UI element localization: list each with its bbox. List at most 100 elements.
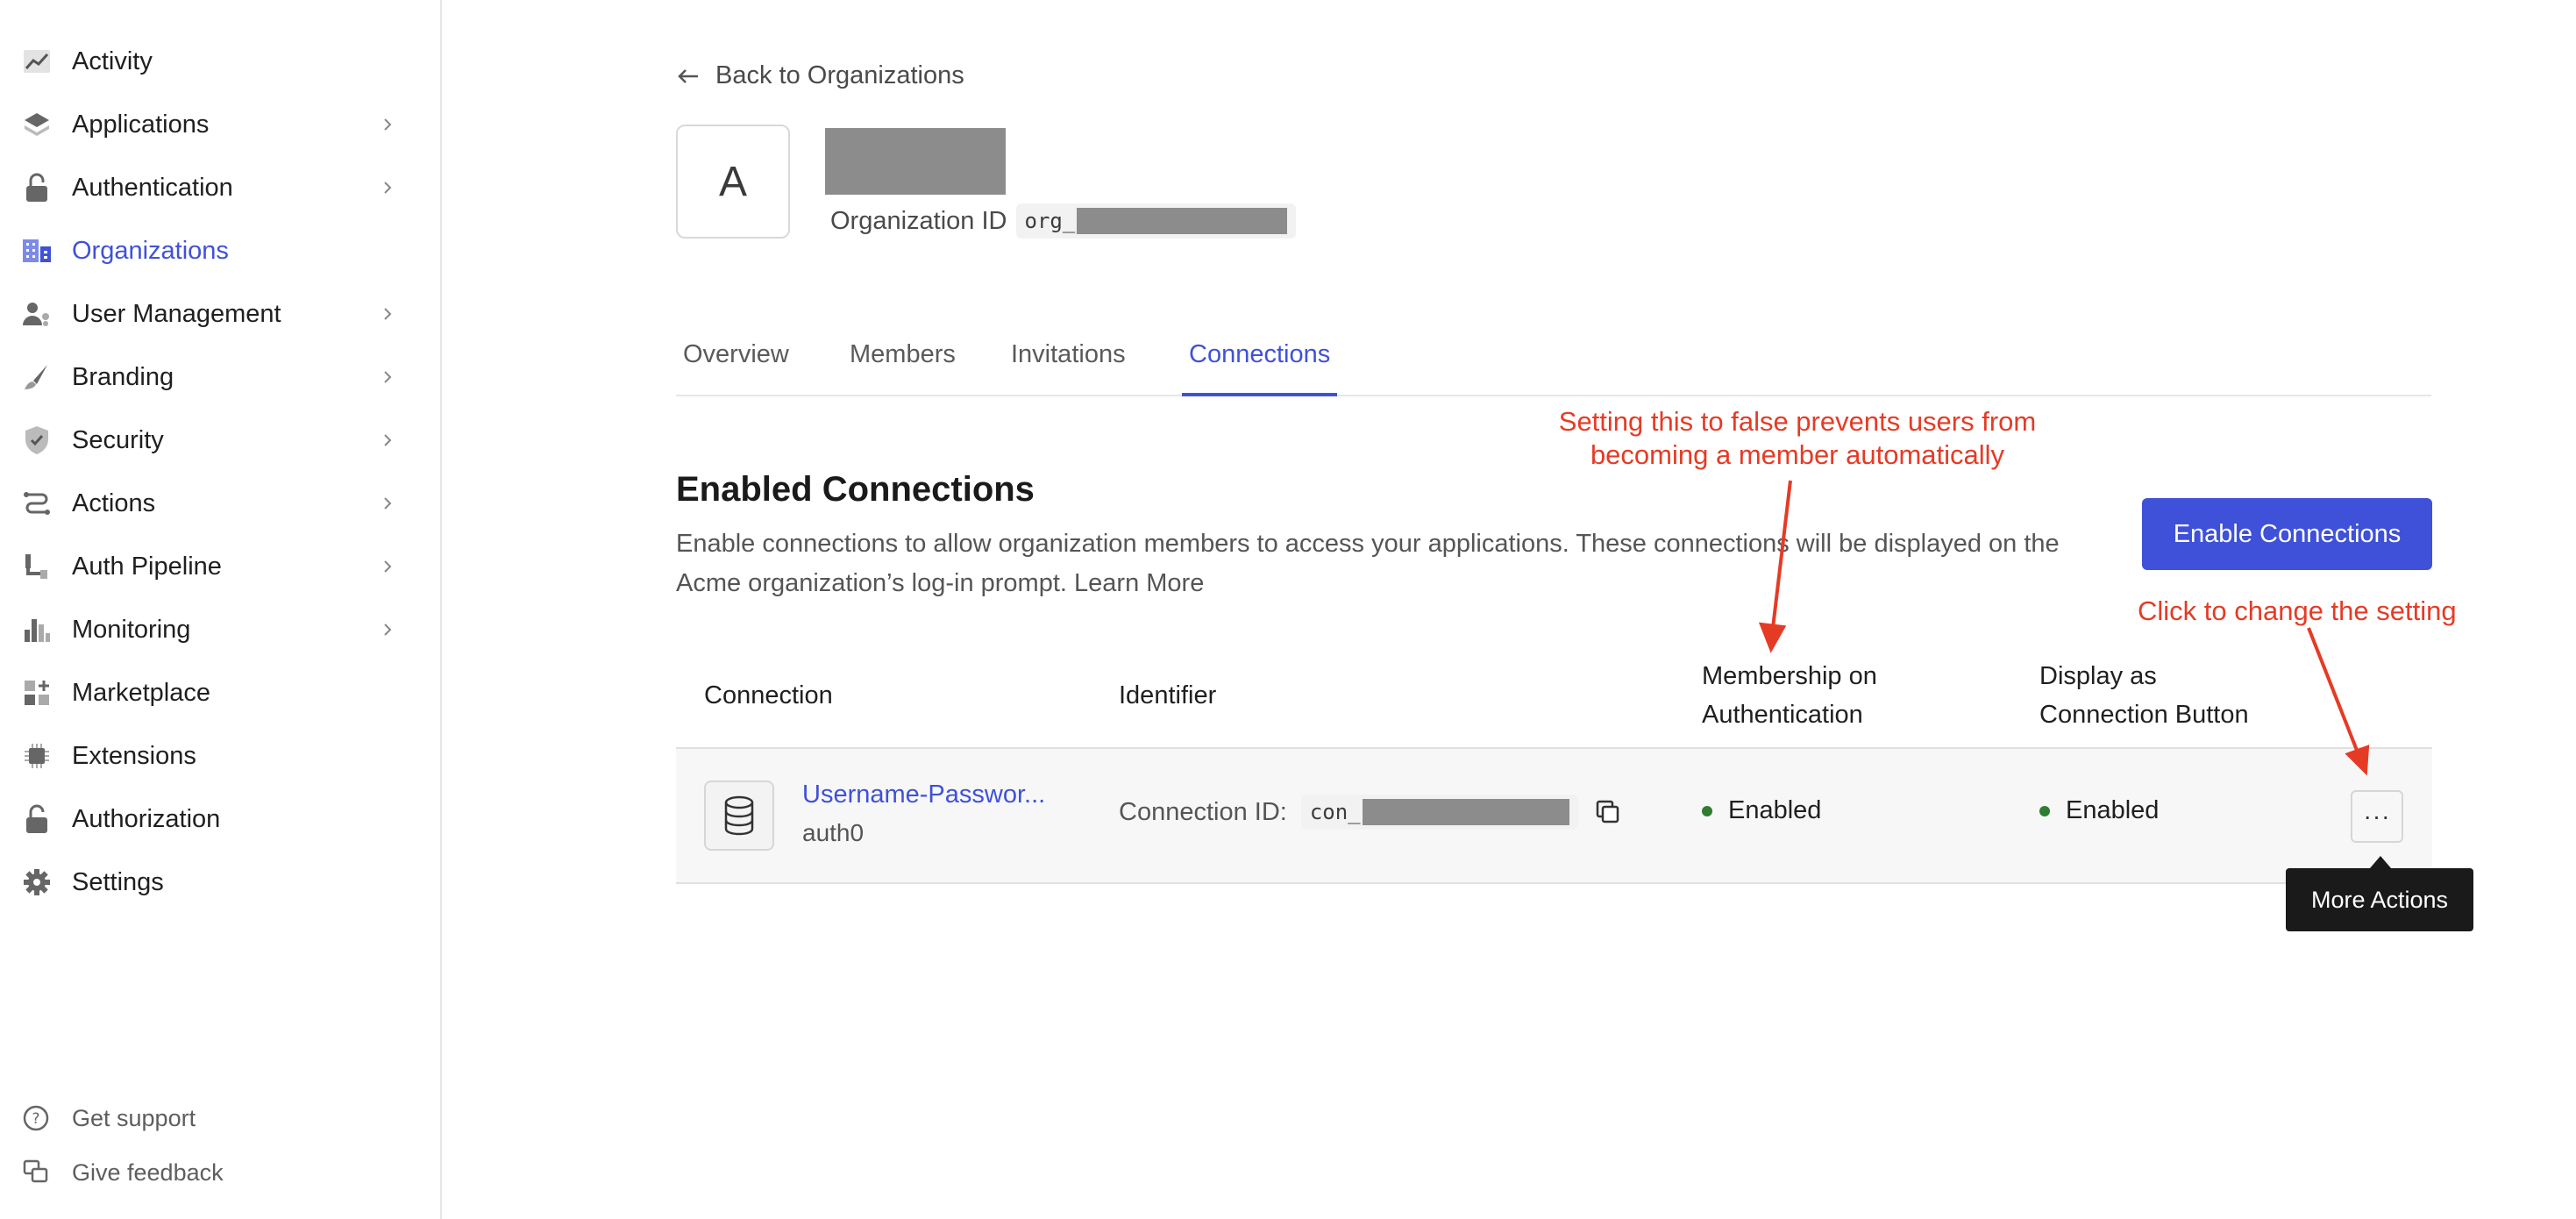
enable-connections-button[interactable]: Enable Connections <box>2142 498 2432 570</box>
chevron-right-icon <box>384 624 392 636</box>
connection-strategy: auth0 <box>802 819 865 846</box>
org-tabs: Overview Members Invitations Connections <box>676 333 2431 396</box>
org-id-redacted <box>1077 208 1288 234</box>
table-header: Connection Identifier Membership on Auth… <box>676 645 2432 749</box>
column-header-display: Display as Connection Button <box>2039 657 2249 734</box>
sidebar-item-applications[interactable]: Applications <box>0 93 440 156</box>
column-header-membership: Membership on Authentication <box>1702 657 1877 734</box>
back-label: Back to Organizations <box>715 61 964 89</box>
org-avatar: A <box>676 125 790 239</box>
sidebar: Activity Applications Authentication Org… <box>0 0 442 1219</box>
sidebar-item-label: Extensions <box>72 741 196 770</box>
copy-icon <box>1596 800 1619 823</box>
connection-id-label: Connection ID: <box>1119 797 1287 826</box>
sidebar-item-activity[interactable]: Activity <box>0 30 440 93</box>
status-dot <box>2039 805 2050 816</box>
org-id-prefix: org_ <box>1024 209 1076 233</box>
get-support-link[interactable]: ? Get support <box>0 1091 440 1145</box>
sidebar-item-settings[interactable]: Settings <box>0 851 440 914</box>
more-actions-tooltip: More Actions <box>2286 856 2473 931</box>
column-header-membership-line2: Authentication <box>1702 701 1863 729</box>
sidebar-item-monitoring[interactable]: Monitoring <box>0 598 440 661</box>
shield-check-icon <box>21 424 53 456</box>
chevron-right-icon <box>384 118 392 131</box>
display-status: Enabled <box>2039 796 2159 825</box>
get-support-label: Get support <box>72 1104 196 1131</box>
database-icon <box>704 781 774 851</box>
sidebar-item-extensions[interactable]: Extensions <box>0 724 440 788</box>
connection-name-link[interactable]: Username-Passwor... <box>802 781 1045 809</box>
display-status-text: Enabled <box>2066 796 2160 824</box>
sidebar-item-label: Security <box>72 425 164 454</box>
sidebar-footer: ? Get support Give feedback <box>0 1091 440 1200</box>
sidebar-item-security[interactable]: Security <box>0 409 440 472</box>
tab-invitations[interactable]: Invitations <box>1004 333 1133 396</box>
more-actions-button[interactable]: ··· <box>2351 790 2403 843</box>
org-id-value: org_ <box>1015 203 1297 239</box>
unlock-icon <box>21 803 53 835</box>
learn-more-link[interactable]: Learn More <box>1074 569 1204 597</box>
sidebar-item-auth-pipeline[interactable]: Auth Pipeline <box>0 535 440 598</box>
membership-status: Enabled <box>1702 796 1821 825</box>
sidebar-item-label: User Management <box>72 299 281 328</box>
more-horizontal-icon: ··· <box>2363 802 2391 830</box>
sidebar-item-marketplace[interactable]: Marketplace <box>0 661 440 724</box>
back-to-organizations-link[interactable]: Back to Organizations <box>677 61 964 90</box>
tab-overview[interactable]: Overview <box>676 333 796 396</box>
sidebar-item-label: Applications <box>72 110 210 139</box>
tab-connections[interactable]: Connections <box>1182 333 1338 396</box>
column-header-membership-line1: Membership on <box>1702 662 1877 690</box>
feedback-icon <box>21 1158 51 1187</box>
copy-button[interactable] <box>1590 795 1626 830</box>
sidebar-item-authorization[interactable]: Authorization <box>0 788 440 851</box>
section-description: Enable connections to allow organization… <box>676 524 2096 603</box>
sidebar-item-label: Actions <box>72 488 156 517</box>
org-id-row: Organization ID org_ <box>830 203 1297 239</box>
sidebar-item-label: Organizations <box>72 236 229 265</box>
connection-id-value: con_ <box>1300 795 1578 830</box>
sidebar-item-branding[interactable]: Branding <box>0 346 440 409</box>
membership-annotation: Setting this to false prevents users fro… <box>1491 405 2104 472</box>
connection-id-prefix: con_ <box>1309 800 1361 824</box>
sidebar-item-organizations[interactable]: Organizations <box>0 219 440 282</box>
column-header-display-line1: Display as <box>2039 662 2157 690</box>
sidebar-item-actions[interactable]: Actions <box>0 472 440 535</box>
bar-chart-icon <box>21 614 53 645</box>
connection-id-redacted <box>1362 799 1569 825</box>
give-feedback-link[interactable]: Give feedback <box>0 1145 440 1200</box>
brush-icon <box>21 361 53 393</box>
sidebar-item-user-management[interactable]: User Management <box>0 282 440 346</box>
chevron-right-icon <box>384 560 392 573</box>
org-name-redacted <box>825 128 1006 195</box>
arrow-left-icon <box>678 68 698 83</box>
membership-annotation-line1: Setting this to false prevents users fro… <box>1558 406 2037 437</box>
help-circle-icon: ? <box>21 1103 51 1133</box>
sidebar-item-label: Branding <box>72 362 174 391</box>
sidebar-item-label: Monitoring <box>72 615 191 644</box>
pipeline-icon <box>21 551 53 582</box>
sidebar-item-label: Settings <box>72 867 164 896</box>
sidebar-item-label: Marketplace <box>72 678 210 707</box>
sidebar-item-authentication[interactable]: Authentication <box>0 156 440 219</box>
lock-icon <box>21 172 53 203</box>
sidebar-item-label: Authorization <box>72 804 221 833</box>
sidebar-item-label: Authentication <box>72 173 233 202</box>
sidebar-item-label: Activity <box>72 46 153 75</box>
membership-annotation-line2: becoming a member automatically <box>1590 439 2005 470</box>
tab-members[interactable]: Members <box>843 333 963 396</box>
chevron-right-icon <box>384 497 392 510</box>
activity-chart-icon <box>21 46 53 77</box>
actions-flow-icon <box>21 488 53 519</box>
section-title: Enabled Connections <box>676 470 1035 509</box>
section-description-text: Enable connections to allow organization… <box>676 530 2060 597</box>
org-avatar-letter: A <box>718 158 747 205</box>
column-header-identifier: Identifier <box>1119 681 1217 709</box>
org-id-label: Organization ID <box>830 206 1007 235</box>
connections-table: Connection Identifier Membership on Auth… <box>676 645 2432 884</box>
give-feedback-label: Give feedback <box>72 1158 224 1186</box>
layers-icon <box>21 109 53 140</box>
user-management-icon <box>21 298 53 330</box>
organizations-building-icon <box>21 235 53 267</box>
chevron-right-icon <box>384 434 392 446</box>
membership-status-text: Enabled <box>1728 796 1822 824</box>
